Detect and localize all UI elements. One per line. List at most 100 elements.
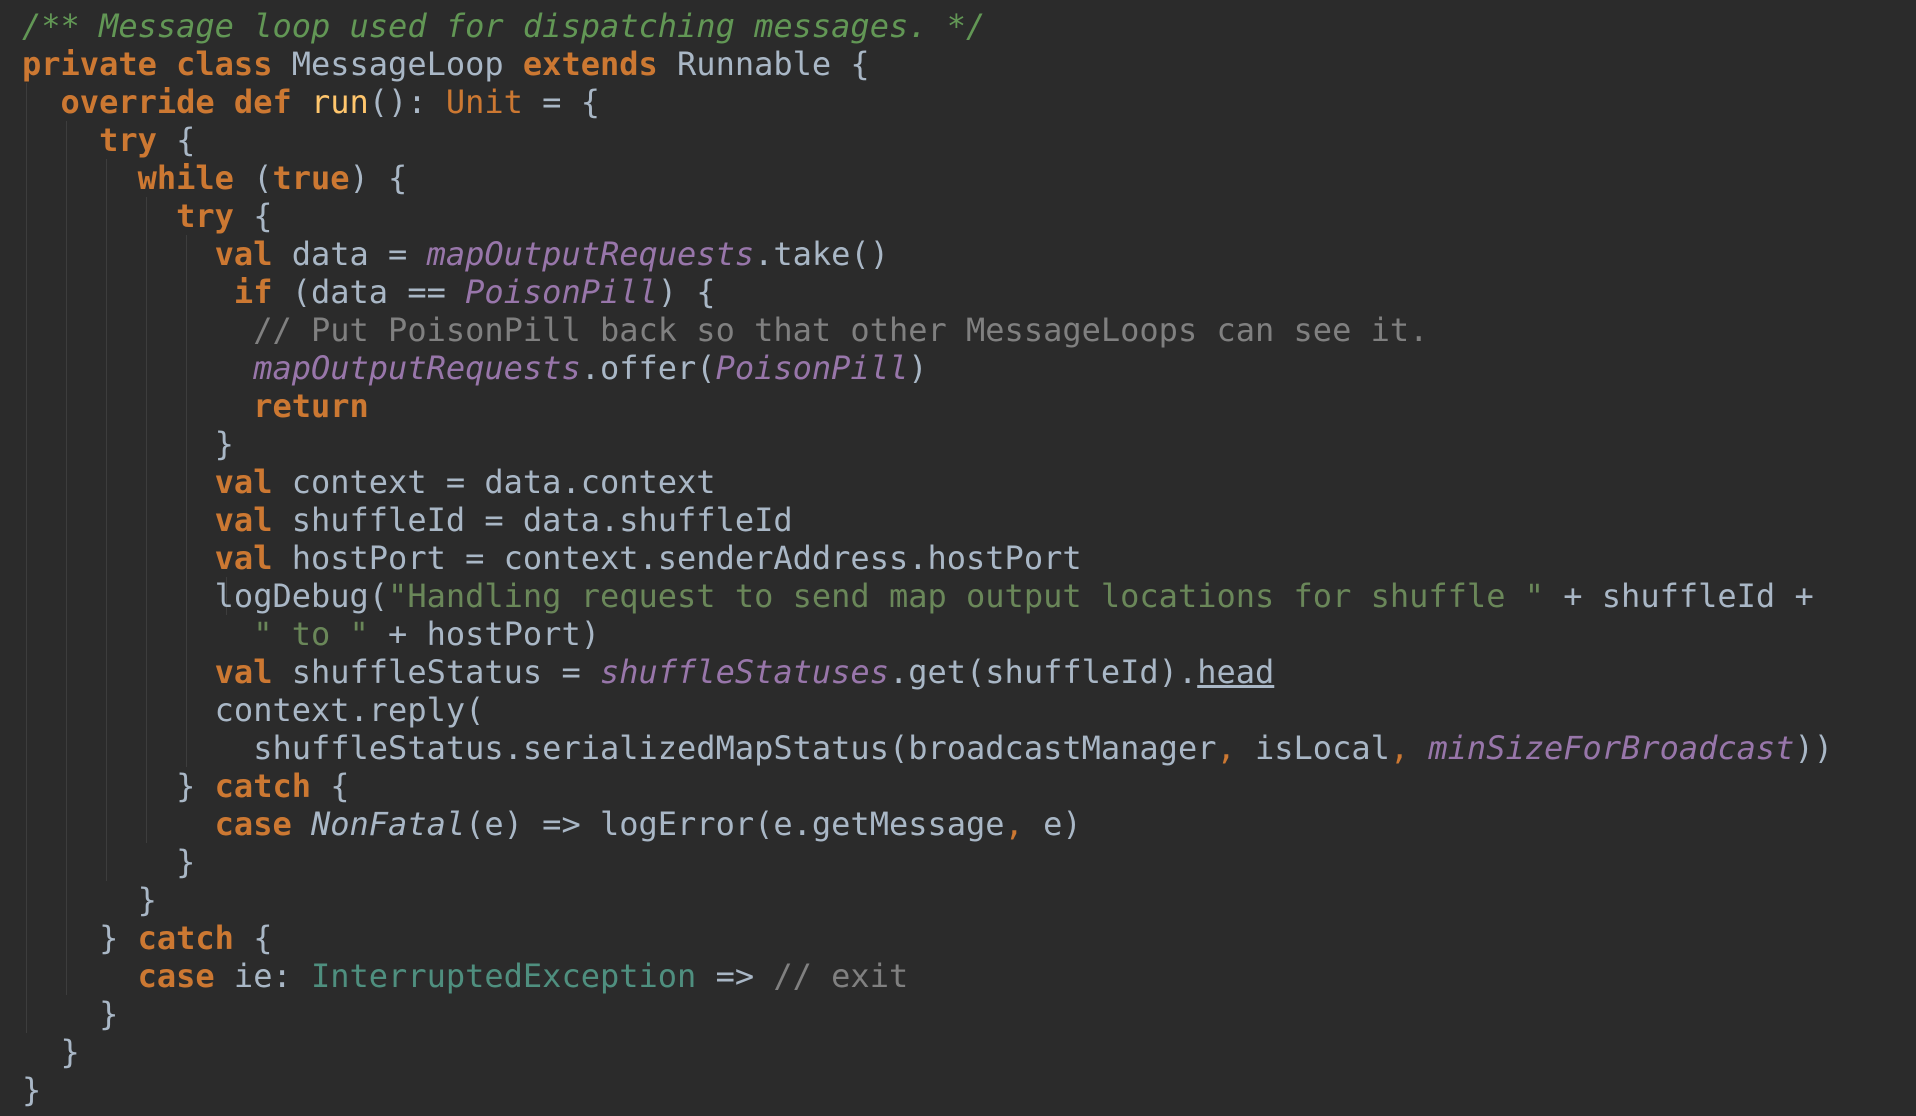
code-token: case — [214, 805, 292, 843]
code-token: => — [696, 957, 774, 995]
code-token: } — [22, 767, 215, 805]
code-line: } — [22, 1033, 1916, 1071]
code-line: val shuffleStatus = shuffleStatuses.get(… — [22, 653, 1916, 691]
code-token: , — [1004, 805, 1024, 843]
code-token: "Handling request to send map output loc… — [388, 577, 1544, 615]
code-token: val — [214, 235, 273, 273]
code-token: case — [137, 957, 215, 995]
code-token: PoisonPill — [465, 273, 658, 311]
code-token: (): — [368, 83, 446, 121]
code-token: shuffleStatus = — [272, 653, 600, 691]
code-token: e) — [1023, 805, 1082, 843]
code-line: return — [22, 387, 1916, 425]
code-line: shuffleStatus.serializedMapStatus(broadc… — [22, 729, 1916, 767]
code-token: ( — [233, 159, 273, 197]
code-token: try — [176, 197, 234, 235]
code-token: = { — [522, 83, 600, 121]
code-token: ie: — [214, 957, 311, 995]
code-token: mapOutputRequests — [253, 349, 581, 387]
code-token: + shuffleId + — [1543, 577, 1814, 615]
code-token: .get(shuffleId). — [888, 653, 1198, 691]
code-token: override — [60, 83, 215, 121]
code-token: " to " — [253, 615, 369, 653]
code-token: (e) => logError(e.getMessage — [465, 805, 1005, 843]
code-token: { — [233, 919, 273, 957]
code-line: while (true) { — [22, 159, 1916, 197]
code-token: data = — [272, 235, 427, 273]
code-line: try { — [22, 197, 1916, 235]
code-line: if (data == PoisonPill) { — [22, 273, 1916, 311]
code-line: } — [22, 1071, 1916, 1109]
code-token: NonFatal — [310, 805, 466, 843]
code-token: Unit — [445, 83, 523, 121]
code-line: mapOutputRequests.offer(PoisonPill) — [22, 349, 1916, 387]
code-line: private class MessageLoop extends Runnab… — [22, 45, 1916, 83]
code-token: val — [214, 463, 273, 501]
code-token: } — [22, 995, 119, 1033]
code-token: } — [22, 919, 138, 957]
code-line: // Put PoisonPill back so that other Mes… — [22, 311, 1916, 349]
code-token: class — [176, 45, 273, 83]
code-line: } — [22, 995, 1916, 1033]
code-token: extends — [522, 45, 658, 83]
code-token: run — [310, 83, 369, 121]
code-token: val — [214, 653, 273, 691]
code-token: ) { — [657, 273, 716, 311]
code-token: catch — [214, 767, 311, 805]
code-token: logDebug( — [22, 577, 389, 615]
code-token: , — [1216, 729, 1236, 767]
code-line: case ie: InterruptedException => // exit — [22, 957, 1916, 995]
code-token: hostPort = context.senderAddress.hostPor… — [272, 539, 1082, 577]
code-token: mapOutputRequests — [426, 235, 755, 273]
code-token: } — [22, 881, 157, 919]
code-token: while — [137, 159, 234, 197]
code-line: } — [22, 881, 1916, 919]
code-line: try { — [22, 121, 1916, 159]
code-token: ) — [908, 349, 928, 387]
code-line: " to " + hostPort) — [22, 615, 1916, 653]
code-line: context.reply( — [22, 691, 1916, 729]
code-token: /** Message loop used for dispatching me… — [22, 7, 986, 45]
code-token: def — [233, 83, 292, 121]
code-token: PoisonPill — [715, 349, 909, 387]
code-token: + hostPort) — [368, 615, 600, 653]
code-token: val — [214, 539, 273, 577]
code-token: MessageLoop — [272, 45, 523, 83]
code-line: val context = data.context — [22, 463, 1916, 501]
code-token: try — [99, 121, 157, 159]
code-line: /** Message loop used for dispatching me… — [22, 7, 1916, 45]
code-token: // exit — [773, 957, 909, 995]
code-line: } catch { — [22, 767, 1916, 805]
code-line: override def run(): Unit = { — [22, 83, 1916, 121]
code-line: } — [22, 425, 1916, 463]
code-line: val hostPort = context.senderAddress.hos… — [22, 539, 1916, 577]
code-line: } catch { — [22, 919, 1916, 957]
code-token: isLocal — [1235, 729, 1390, 767]
code-token: (data == — [272, 273, 466, 311]
code-editor[interactable]: /** Message loop used for dispatching me… — [0, 0, 1916, 1116]
code-line: logDebug("Handling request to send map o… — [22, 577, 1916, 615]
code-token: } — [22, 425, 234, 463]
code-token: { — [310, 767, 350, 805]
code-token: // Put PoisonPill back so that other Mes… — [253, 311, 1429, 349]
code-token: } — [22, 843, 196, 881]
code-token: shuffleId = data.shuffleId — [272, 501, 793, 539]
code-token: shuffleStatus.serializedMapStatus(broadc… — [22, 729, 1217, 767]
code-token: true — [272, 159, 350, 197]
